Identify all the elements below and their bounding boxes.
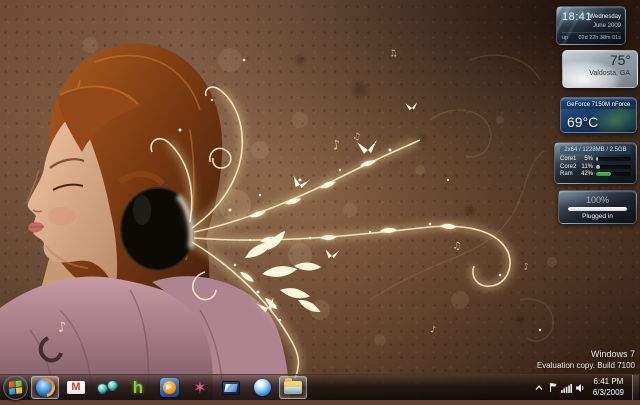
pink-star-icon: ✶ [193, 380, 206, 396]
cpu-meter-row-core1: Core15% [560, 156, 631, 162]
tray-icons [533, 380, 587, 396]
taskbar: Mh ▶ ✶ 6:41 PM 6/3/2009 [0, 374, 640, 400]
battery-status: Plugged in [559, 213, 636, 220]
gmail-icon-char: M [71, 382, 80, 393]
cpu-row-value: 11% [580, 164, 593, 170]
cpu-row-bar-fill [596, 172, 611, 176]
cpu-row-value: 5% [580, 156, 593, 162]
firefox-icon [36, 378, 55, 397]
play-badge-icon: ▶ [160, 378, 179, 397]
taskbar-explorer-button[interactable] [279, 376, 307, 399]
windows-flag-icon [9, 380, 23, 395]
clock-day: Wednesday [589, 13, 621, 22]
svg-text:♪: ♪ [57, 319, 67, 336]
tray-date: 6/3/2009 [593, 388, 624, 398]
weather-temperature: 75° [610, 52, 631, 68]
clock-month-year: June 2009 [589, 22, 621, 31]
tray-clock[interactable]: 6:41 PM 6/3/2009 [593, 377, 624, 398]
taskbar-hulu-button[interactable]: h [124, 376, 152, 399]
gpu-temperature: 69°C [567, 114, 598, 130]
battery-percent: 100% [559, 195, 636, 205]
pink-star-icon-char: ✶ [193, 380, 206, 396]
volume-speaker-icon[interactable] [575, 380, 587, 396]
svg-text:♪: ♪ [523, 262, 531, 273]
start-button[interactable] [3, 375, 28, 400]
folder-icon [284, 381, 302, 394]
weather-location: Valdosta, GA [589, 70, 630, 77]
network-signal-icon[interactable] [561, 380, 573, 396]
taskbar-gmail-button[interactable]: M [62, 376, 90, 399]
taskbar-digsby-button[interactable] [93, 376, 121, 399]
cpu-row-bar-fill [596, 157, 598, 161]
wallpaper-art-svg: ♪ ♫ ♪ ♫ ♪ ♪ ♫ [0, 0, 640, 400]
show-desktop-button[interactable] [632, 375, 639, 400]
hulu-icon-char: h [133, 379, 143, 396]
cpu-row-label: Core1 [560, 156, 577, 162]
uptime-label: up [562, 35, 568, 41]
clock-gadget[interactable]: 18:41 Wednesday June 2009 up 02d 22h 38m… [556, 6, 626, 45]
clock-time: 18:41 [562, 11, 592, 23]
svg-text:♪: ♪ [430, 325, 437, 336]
hulu-icon: h [133, 379, 143, 396]
uptime-value: 02d 22h 38m 01s [578, 35, 621, 41]
cpu-meter-rows: Core15%Core211%Ram42% [555, 156, 636, 177]
monitor-icon [222, 381, 240, 395]
cpu-meter-header: 2x64 / 1228MB / 2.5GB [560, 146, 631, 154]
svg-text:♫: ♫ [388, 48, 398, 60]
watermark-line1: Windows 7 [537, 349, 635, 361]
system-tray: 6:41 PM 6/3/2009 [533, 375, 640, 400]
weather-gadget[interactable]: 75° Valdosta, GA [562, 50, 638, 88]
desktop-wallpaper: ♪ ♫ ♪ ♫ ♪ ♪ ♫ 18:41 Wednesday June 2009 … [0, 0, 640, 400]
water-drop-icon [254, 379, 271, 396]
cpu-row-bar-track [596, 165, 631, 169]
cpu-row-label: Core2 [560, 164, 577, 170]
digsby-icon [97, 380, 118, 395]
windows-eval-watermark: Windows 7 Evaluation copy. Build 7100 [537, 349, 635, 371]
gpu-name: GeForce 7150M nForce [561, 101, 636, 109]
cpu-meter-row-ram: Ram42% [560, 171, 631, 177]
svg-text:♪: ♪ [331, 138, 342, 154]
tray-time: 6:41 PM [593, 377, 624, 387]
cpu-row-bar-fill [596, 165, 600, 169]
taskbar-geometric-app-button[interactable]: ✶ [186, 376, 214, 399]
taskbar-media-player-button[interactable]: ▶ [155, 376, 183, 399]
cpu-row-bar-track [596, 157, 631, 161]
show-hidden-icons[interactable] [533, 380, 545, 396]
wallpaper-artwork: ♪ ♫ ♪ ♫ ♪ ♪ ♫ [0, 0, 640, 405]
battery-bar-track [568, 207, 627, 211]
cpu-row-label: Ram [560, 171, 577, 177]
play-badge-icon-char: ▶ [163, 381, 176, 394]
taskbar-firefox-button[interactable] [31, 376, 59, 399]
action-center-flag-icon[interactable] [547, 380, 559, 396]
taskbar-desktop-app-button[interactable] [217, 376, 245, 399]
gpu-temp-gadget[interactable]: GeForce 7150M nForce 69°C [560, 97, 637, 133]
taskbar-app-icons: Mh ▶ ✶ [0, 375, 307, 400]
gmail-icon: M [67, 381, 85, 394]
watermark-line2: Evaluation copy. Build 7100 [537, 361, 635, 371]
battery-bar-fill [568, 207, 627, 211]
taskbar-rainmeter-button[interactable] [248, 376, 276, 399]
battery-gadget[interactable]: 100% Plugged in [558, 190, 637, 224]
cpu-meter-row-core2: Core211% [560, 164, 631, 170]
cpu-row-value: 42% [580, 171, 593, 177]
svg-text:♫: ♫ [351, 131, 361, 143]
svg-text:♫: ♫ [451, 240, 462, 252]
cpu-meter-gadget[interactable]: 2x64 / 1228MB / 2.5GB Core15%Core211%Ram… [554, 142, 637, 184]
cpu-row-bar-track [596, 172, 631, 176]
